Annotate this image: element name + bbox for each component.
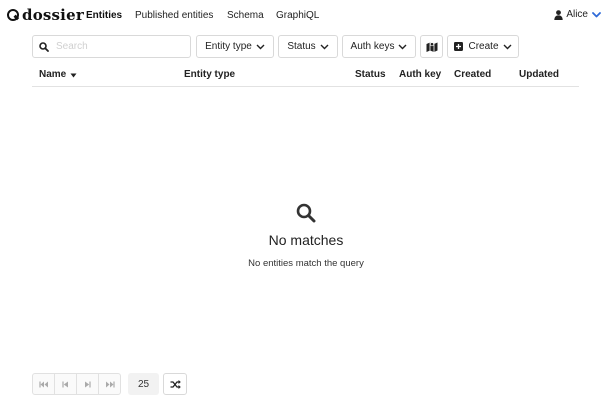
search-box[interactable] [32,35,191,58]
create-button-label: Create [468,41,499,52]
search-icon [296,203,316,223]
empty-state-title: No matches [268,232,344,248]
chevron-down-icon [256,44,265,49]
auth-keys-filter-button[interactable]: Auth keys [342,35,416,58]
next-page-icon [85,381,91,387]
table-header: Name Entity type Status Auth key Created… [32,66,579,87]
nav-item-schema[interactable]: Schema [227,10,264,21]
first-page-icon [38,381,48,387]
status-filter-button[interactable]: Status [278,35,338,58]
logo-text: dossier [22,6,84,24]
chevron-down-icon [592,11,601,17]
column-header-status[interactable]: Status [355,69,386,80]
app-logo[interactable]: dossier [7,6,84,24]
next-page-button[interactable] [76,373,99,395]
chevron-down-icon [503,44,511,49]
column-header-entity-type[interactable]: Entity type [184,69,235,80]
shuffle-icon [170,379,181,389]
column-header-updated[interactable]: Updated [519,69,559,80]
search-icon [39,41,49,52]
map-view-button[interactable] [420,35,443,58]
status-filter-label: Status [287,41,316,52]
column-header-name-label: Name [39,69,67,80]
page-size-selector[interactable]: 25 [128,373,159,395]
nav-item-graphiql[interactable]: GraphiQL [276,10,319,21]
top-navigation: dossier Entities Published entities Sche… [0,0,612,30]
empty-state: No matches No entities match the query [0,203,612,269]
user-name: Alice [566,9,588,20]
previous-page-button[interactable] [54,373,77,395]
pagination: 25 [32,373,187,395]
last-page-button[interactable] [98,373,121,395]
user-icon [554,9,564,20]
plus-square-icon [454,42,464,51]
empty-state-subtitle: No entities match the query [248,258,364,269]
logo-mark-icon [7,9,19,21]
previous-page-icon [62,381,68,387]
shuffle-button[interactable] [163,373,187,395]
nav-item-published-entities[interactable]: Published entities [135,10,213,21]
map-icon [426,42,437,52]
column-header-auth-key[interactable]: Auth key [399,69,441,80]
auth-keys-filter-label: Auth keys [350,41,395,52]
entity-type-filter-button[interactable]: Entity type [196,35,274,58]
column-header-created[interactable]: Created [454,69,491,80]
column-header-name[interactable]: Name [39,69,77,80]
user-menu[interactable]: Alice [554,9,604,20]
last-page-icon [105,381,115,387]
first-page-button[interactable] [32,373,55,395]
create-button[interactable]: Create [447,35,519,58]
nav-item-entities[interactable]: Entities [86,10,122,21]
search-input[interactable] [56,41,176,52]
chevron-down-icon [320,44,329,49]
entity-type-filter-label: Entity type [205,41,252,52]
sort-caret-down-icon [70,73,77,78]
chevron-down-icon [398,44,407,49]
